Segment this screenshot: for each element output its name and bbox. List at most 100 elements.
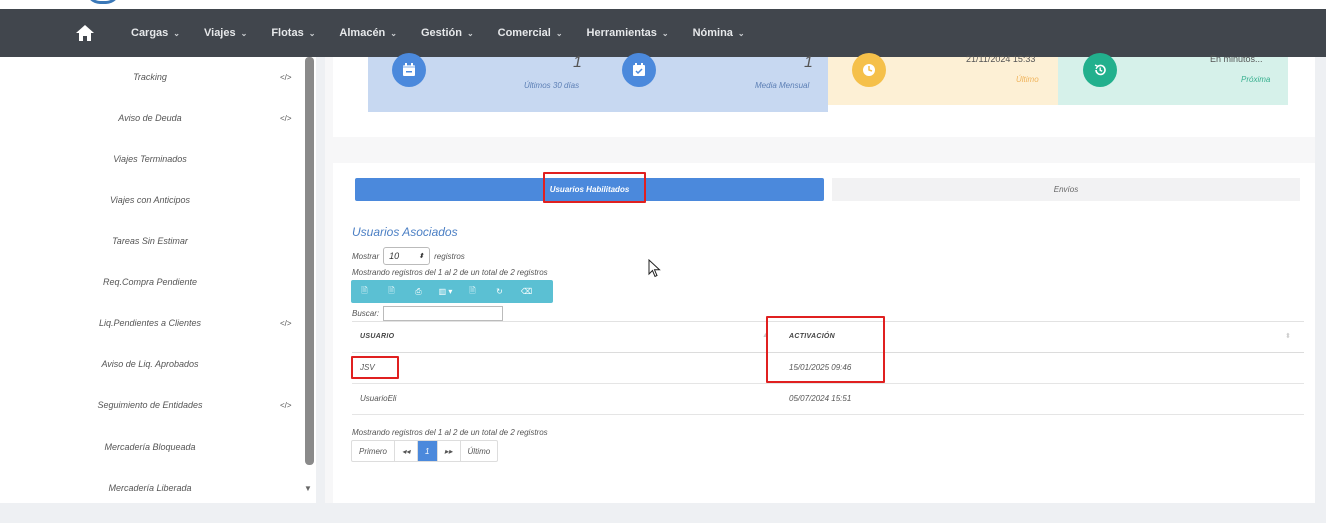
tab-usuarios-habilitados[interactable]: Usuarios Habilitados xyxy=(355,178,824,201)
cell-activation: 05/07/2024 15:51 xyxy=(789,394,852,403)
sidebar-item-label: Tracking xyxy=(133,72,167,82)
sidebar-item-mercaderia-liberada[interactable]: Mercadería Liberada xyxy=(0,468,300,508)
table-header: USUARIO ▲ ACTIVACIÓN ⬍ xyxy=(352,321,1304,353)
chevron-down-icon: ⌄ xyxy=(173,28,180,38)
table-info-bottom: Mostrando registros del 1 al 2 de un tot… xyxy=(352,428,548,437)
sidebar-item-aviso-deuda[interactable]: Aviso de Deuda </> xyxy=(0,98,300,138)
tab-envios[interactable]: Envíos xyxy=(832,178,1300,201)
sidebar-item-label: Aviso de Liq. Aprobados xyxy=(101,359,199,369)
stat-last-30-days: 1 Últimos 30 días xyxy=(368,53,598,112)
clock-icon xyxy=(852,53,886,87)
table-row[interactable]: UsuarioEli 05/07/2024 15:51 xyxy=(352,384,1304,415)
scrollbar-thumb[interactable] xyxy=(305,57,314,465)
nav-label: Viajes xyxy=(204,27,236,39)
nav-item-flotas[interactable]: Flotas ⌄ xyxy=(271,27,315,39)
sidebar-item-label: Seguimiento de Entidades xyxy=(97,400,203,410)
main-navbar: Cargas ⌄ Viajes ⌄ Flotas ⌄ Almacén ⌄ Gestión… xyxy=(0,9,1326,62)
pager-last[interactable]: Último xyxy=(461,441,498,461)
sidebar-item-seguimiento[interactable]: Seguimiento de Entidades </> xyxy=(0,385,300,425)
cell-activation: 15/01/2025 09:46 xyxy=(789,363,852,372)
nav-label: Gestión xyxy=(420,27,462,39)
mouse-cursor-icon xyxy=(648,259,661,278)
nav-item-almacen[interactable]: Almacén ⌄ xyxy=(339,27,397,39)
sort-icon: ⬍ xyxy=(1285,333,1291,340)
print-icon[interactable]: ⎙ xyxy=(405,287,432,297)
chevron-down-icon: ⌄ xyxy=(390,28,397,38)
nav-item-cargas[interactable]: Cargas ⌄ xyxy=(131,27,180,39)
chevron-down-icon: ⌄ xyxy=(240,28,248,38)
search-label: Buscar: xyxy=(352,309,380,318)
stat-label: Últimos 30 días xyxy=(524,81,580,90)
select-arrows-icon: ⬍ xyxy=(418,253,425,260)
history-icon xyxy=(1083,53,1117,87)
stat-value: 1 xyxy=(573,54,582,71)
excel-icon[interactable]: 🗎 xyxy=(378,285,405,299)
stat-label: Próxima xyxy=(1241,75,1271,84)
columns-icon[interactable]: ▥ ▾ xyxy=(432,287,459,296)
page-length-control: Mostrar 10 ⬍ registros xyxy=(352,247,465,265)
pager-next[interactable]: ▸▸ xyxy=(438,441,461,461)
page-footer xyxy=(0,503,1326,523)
scroll-down-icon[interactable]: ▼ xyxy=(304,484,312,493)
chevron-down-icon: ⌄ xyxy=(737,28,745,38)
chevron-down-icon: ⌄ xyxy=(466,28,474,38)
sidebar-item-viajes-anticipos[interactable]: Viajes con Anticipos xyxy=(0,180,300,220)
pdf-icon[interactable]: 🗎 xyxy=(459,285,486,299)
page-length-select[interactable]: 10 ⬍ xyxy=(383,247,431,265)
sidebar: Tracking </> Aviso de Deuda </> Viajes Ter… xyxy=(0,57,304,503)
calendar-icon xyxy=(392,53,426,87)
nav-label: Flotas xyxy=(271,27,304,39)
sidebar-item-label: Tareas Sin Estimar xyxy=(112,236,188,246)
search-control: Buscar: xyxy=(352,306,504,321)
code-icon[interactable]: </> xyxy=(280,114,292,123)
chevron-down-icon: ⌄ xyxy=(555,28,563,38)
cell-user: UsuarioEli xyxy=(360,394,397,403)
code-icon[interactable]: </> xyxy=(280,401,292,410)
sidebar-item-label: Liq.Pendientes a Clientes xyxy=(98,318,202,328)
nav-item-comercial[interactable]: Comercial ⌄ xyxy=(498,27,563,39)
pager-page-1[interactable]: 1 xyxy=(418,441,438,461)
col-header-usuario[interactable]: USUARIO xyxy=(360,333,394,340)
home-icon[interactable] xyxy=(75,23,95,43)
code-icon[interactable]: </> xyxy=(280,73,292,82)
col-header-activacion[interactable]: ACTIVACIÓN xyxy=(789,333,835,340)
sidebar-item-label: Mercadería Bloqueada xyxy=(104,442,196,452)
export-toolbar: 🗎 🗎 ⎙ ▥ ▾ 🗎 ↻ ⌫ xyxy=(351,280,553,303)
calendar-check-icon xyxy=(622,53,656,87)
users-table: USUARIO ▲ ACTIVACIÓN ⬍ JSV 15/01/2025 09… xyxy=(352,321,1304,415)
sidebar-item-label: Req.Compra Pendiente xyxy=(102,277,198,287)
refresh-icon[interactable]: ↻ xyxy=(486,287,513,296)
nav-item-nomina[interactable]: Nómina ⌄ xyxy=(693,27,745,39)
nav-item-herramientas[interactable]: Herramientas ⌄ xyxy=(587,27,669,39)
sidebar-item-label: Aviso de Deuda xyxy=(118,113,182,123)
eraser-icon[interactable]: ⌫ xyxy=(513,287,540,296)
pager-first[interactable]: Primero xyxy=(352,441,396,461)
sidebar-item-liq-pendientes[interactable]: Liq.Pendientes a Clientes </> xyxy=(0,303,300,343)
stat-label: Último xyxy=(1016,75,1039,84)
nav-item-gestion[interactable]: Gestión ⌄ xyxy=(421,27,474,39)
stat-value: En minutos... xyxy=(1210,54,1263,64)
sidebar-item-label: Viajes Terminados xyxy=(113,154,187,164)
top-strip xyxy=(0,0,1326,9)
sidebar-item-mercaderia-bloqueada[interactable]: Mercadería Bloqueada xyxy=(0,427,300,467)
sidebar-item-label: Viajes con Anticipos xyxy=(109,195,191,205)
sidebar-item-tracking[interactable]: Tracking </> xyxy=(0,57,300,97)
chevron-down-icon: ⌄ xyxy=(308,28,316,38)
sidebar-item-req-compra[interactable]: Req.Compra Pendiente xyxy=(0,262,300,302)
stat-last: 21/11/2024 15:33 Último xyxy=(828,53,1058,105)
nav-label: Cargas xyxy=(131,27,169,39)
search-input[interactable] xyxy=(383,306,504,321)
stat-value: 21/11/2024 15:33 xyxy=(966,54,1036,64)
copy-icon[interactable]: 🗎 xyxy=(351,285,378,299)
stat-next: En minutos... Próxima xyxy=(1058,53,1288,105)
records-label: registros xyxy=(434,251,465,261)
pager-prev[interactable]: ◂◂ xyxy=(395,441,419,461)
code-icon[interactable]: </> xyxy=(280,319,292,328)
sidebar-item-aviso-liq[interactable]: Aviso de Liq. Aprobados xyxy=(0,344,300,384)
nav-item-viajes[interactable]: Viajes ⌄ xyxy=(204,27,247,39)
sidebar-item-viajes-terminados[interactable]: Viajes Terminados xyxy=(0,139,300,179)
stat-value: 1 xyxy=(804,54,813,71)
table-row[interactable]: JSV 15/01/2025 09:46 xyxy=(352,353,1304,384)
nav-label: Nómina xyxy=(692,27,733,39)
sidebar-item-tareas-sin-estimar[interactable]: Tareas Sin Estimar xyxy=(0,221,300,261)
